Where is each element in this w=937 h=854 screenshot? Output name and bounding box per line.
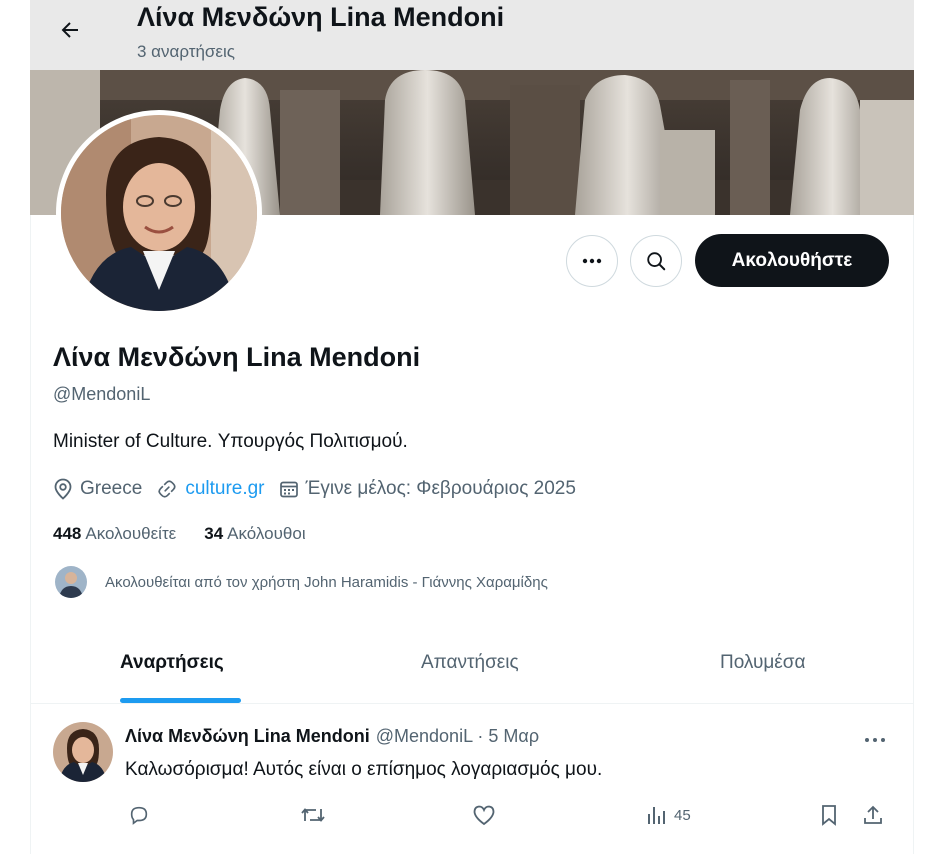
profile-meta: Greece culture.gr Έγινε μέλος: Φεβρουάρι…	[53, 476, 590, 502]
bar-chart-icon	[648, 807, 665, 824]
top-bar: Λίνα Μενδώνη Lina Mendoni 3 αναρτήσεις	[30, 0, 914, 70]
follow-button[interactable]: Ακολουθήστε	[695, 234, 889, 287]
header-post-count: 3 αναρτήσεις	[137, 42, 235, 61]
bookmark-button[interactable]	[819, 804, 839, 826]
more-horizontal-icon	[865, 738, 885, 742]
post-actions: 45	[0, 804, 937, 834]
like-button[interactable]	[472, 804, 496, 826]
repost-icon	[301, 808, 325, 822]
post-header: Λίνα Μενδώνη Lina Mendoni @MendoniL · 5 …	[125, 726, 539, 747]
views-count: 45	[674, 806, 691, 824]
follow-stats: 448 Ακολουθείτε 34 Ακόλουθοι	[53, 524, 334, 544]
post-author-name[interactable]: Λίνα Μενδώνη Lina Mendoni	[125, 726, 370, 747]
join-date: Έγινε μέλος: Φεβρουάριος 2025	[279, 478, 576, 500]
repost-button[interactable]	[300, 804, 326, 826]
more-options-button[interactable]	[566, 235, 618, 287]
heart-icon	[473, 805, 495, 826]
header-title: Λίνα Μενδώνη Lina Mendoni	[137, 2, 505, 32]
share-icon	[864, 805, 882, 824]
views-button[interactable]: 45	[646, 804, 691, 826]
tab-posts[interactable]: Αναρτήσεις	[120, 652, 224, 674]
profile-photo	[61, 115, 257, 311]
page: Λίνα Μενδώνη Lina Mendoni 3 αναρτήσεις Α…	[0, 0, 937, 854]
location-pin-icon	[54, 478, 72, 500]
tab-replies[interactable]: Απαντήσεις	[421, 652, 519, 674]
followed-by-text: Ακολουθείται από τον χρήστη John Haramid…	[105, 573, 548, 591]
profile-avatar[interactable]	[56, 110, 262, 316]
bookmark-icon	[822, 805, 836, 826]
location: Greece	[53, 478, 142, 500]
reply-button[interactable]	[128, 804, 150, 826]
post-handle-time: @MendoniL · 5 Μαρ	[375, 726, 540, 746]
followers-count: 34	[204, 524, 224, 543]
following-label: Ακολουθείτε	[85, 524, 177, 543]
following-link[interactable]: 448 Ακολουθείτε	[53, 524, 176, 544]
join-date-text: Έγινε μέλος: Φεβρουάριος 2025	[305, 478, 576, 499]
more-horizontal-icon	[582, 258, 602, 264]
search-icon	[647, 252, 666, 271]
website: culture.gr	[156, 478, 265, 500]
following-count: 448	[53, 524, 82, 543]
bio: Minister of Culture. Υπουργός Πολιτισμού…	[53, 431, 408, 452]
link-icon	[158, 480, 176, 498]
arrow-left-icon	[61, 22, 78, 38]
share-button[interactable]	[862, 804, 884, 826]
user-handle: @MendoniL	[53, 384, 151, 404]
post-author-avatar[interactable]	[53, 722, 113, 782]
followers-label: Ακόλουθοι	[227, 524, 306, 543]
follower-avatar	[55, 566, 87, 598]
display-name: Λίνα Μενδώνη Lina Mendoni	[53, 342, 421, 372]
website-link[interactable]: culture.gr	[185, 478, 264, 500]
search-profile-button[interactable]	[630, 235, 682, 287]
followers-link[interactable]: 34 Ακόλουθοι	[204, 524, 305, 544]
profile-tabs: Αναρτήσεις Απαντήσεις Πολυμέσα	[30, 630, 914, 704]
location-text: Greece	[80, 478, 143, 499]
back-button[interactable]	[52, 12, 88, 48]
post-more-button[interactable]	[860, 728, 890, 752]
calendar-icon	[279, 481, 298, 498]
reply-icon	[130, 806, 148, 825]
followed-by[interactable]: Ακολουθείται από τον χρήστη John Haramid…	[55, 566, 548, 598]
active-tab-indicator	[120, 698, 241, 703]
post-text: Καλωσόρισμα! Αυτός είναι ο επίσημος λογα…	[125, 759, 603, 780]
tab-media[interactable]: Πολυμέσα	[720, 652, 806, 674]
